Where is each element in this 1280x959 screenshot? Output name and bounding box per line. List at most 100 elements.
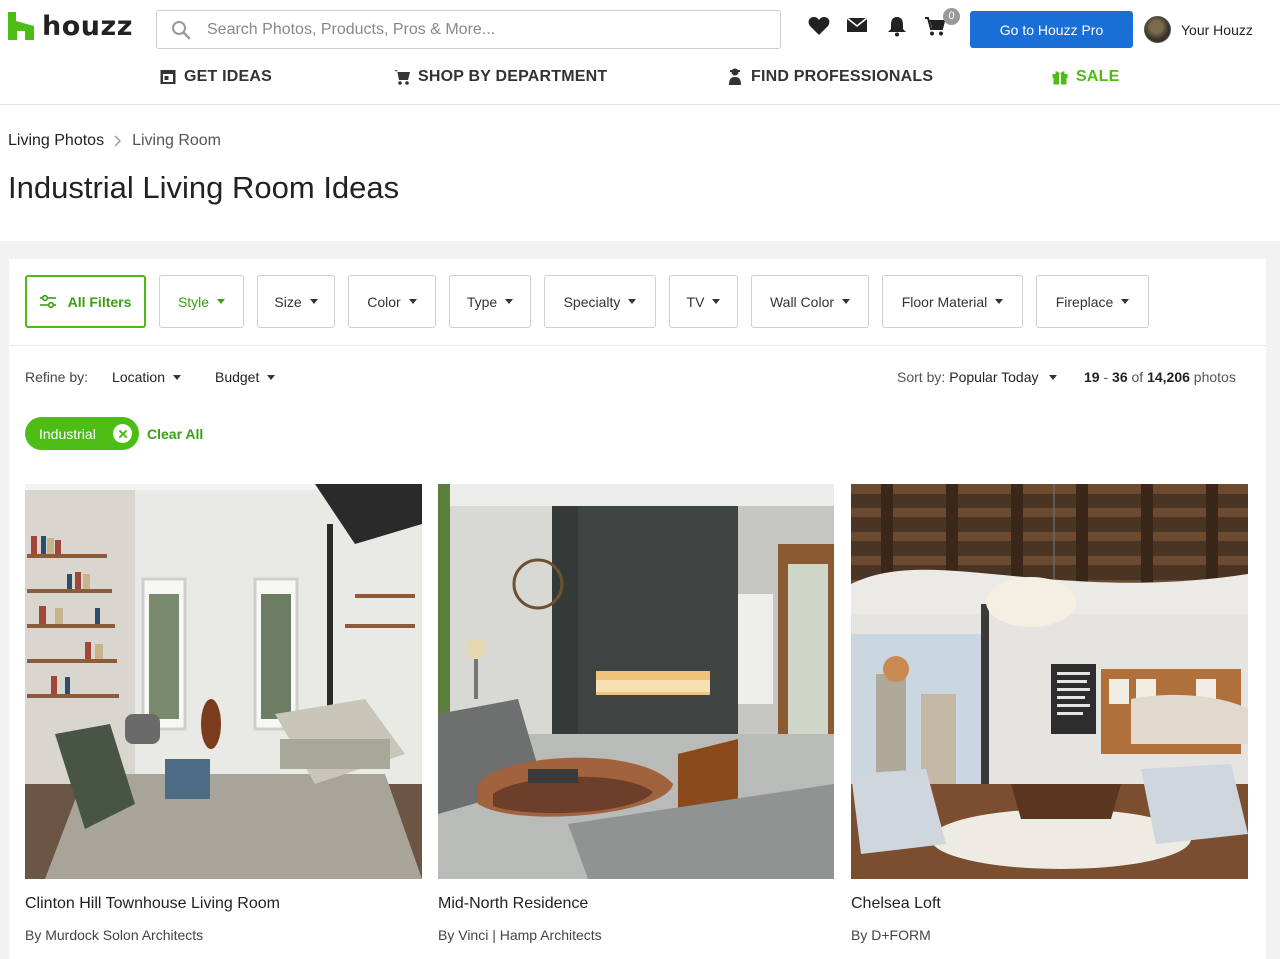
caret-down-icon bbox=[1121, 299, 1130, 304]
card-author[interactable]: By D+FORM bbox=[851, 927, 1248, 943]
houzz-logo-icon bbox=[8, 12, 34, 40]
refine-label: Refine by: bbox=[25, 369, 89, 385]
photo-card[interactable]: Chelsea Loft By D+FORM bbox=[851, 484, 1248, 943]
filter-size-label: Size bbox=[274, 293, 302, 310]
nav-find-professionals[interactable]: FIND PROFESSIONALS bbox=[727, 68, 933, 86]
nav-get-ideas[interactable]: GET IDEAS bbox=[160, 68, 272, 86]
caret-down-icon bbox=[1048, 374, 1057, 380]
filter-type-label: Type bbox=[466, 293, 498, 310]
caret-down-icon bbox=[267, 374, 276, 380]
caret-down-icon bbox=[995, 299, 1004, 304]
filter-bar: All Filters Style Size Color Type Specia… bbox=[9, 259, 1266, 346]
cart-count-badge: 0 bbox=[943, 8, 960, 25]
range-start: 19 bbox=[1084, 369, 1100, 385]
photo-card[interactable]: Clinton Hill Townhouse Living Room By Mu… bbox=[25, 484, 422, 943]
filter-size[interactable]: Size bbox=[257, 275, 335, 328]
breadcrumb-living-photos[interactable]: Living Photos bbox=[8, 132, 104, 150]
all-filters-button[interactable]: All Filters bbox=[25, 275, 146, 328]
heart-icon[interactable] bbox=[808, 16, 830, 38]
active-filter-chip[interactable]: Industrial bbox=[25, 417, 139, 450]
filter-specialty[interactable]: Specialty bbox=[544, 275, 656, 328]
filter-fireplace[interactable]: Fireplace bbox=[1036, 275, 1149, 328]
caret-down-icon bbox=[712, 299, 721, 304]
photo-clinton-hill-living-room[interactable] bbox=[25, 484, 422, 879]
card-author[interactable]: By Murdock Solon Architects bbox=[25, 927, 422, 943]
top-bar: houzz 0 Go to Houzz Pro Your Houzz GET bbox=[0, 0, 1280, 105]
bell-icon[interactable] bbox=[886, 15, 908, 37]
caret-down-icon bbox=[505, 299, 514, 304]
filter-floor-material[interactable]: Floor Material bbox=[882, 275, 1023, 328]
results-panel: All Filters Style Size Color Type Specia… bbox=[9, 259, 1266, 959]
photo-card[interactable]: Mid-North Residence By Vinci | Hamp Arch… bbox=[438, 484, 834, 943]
photo-mid-north-residence[interactable] bbox=[438, 484, 834, 879]
go-to-houzz-pro-button[interactable]: Go to Houzz Pro bbox=[970, 11, 1133, 48]
sort-value: Popular Today bbox=[949, 369, 1039, 385]
nav-get-ideas-label: GET IDEAS bbox=[184, 68, 273, 85]
results-count: 19 - 36 of 14,206 photos bbox=[1084, 369, 1236, 385]
range-end: 36 bbox=[1112, 369, 1128, 385]
filter-tv-label: TV bbox=[686, 293, 705, 310]
shopping-cart-icon bbox=[394, 70, 410, 85]
nav-sale[interactable]: SALE bbox=[1052, 68, 1119, 86]
count-unit: photos bbox=[1193, 369, 1236, 385]
caret-down-icon bbox=[628, 299, 637, 304]
nav-sale-label: SALE bbox=[1076, 68, 1120, 85]
page-title: Industrial Living Room Ideas bbox=[8, 170, 400, 205]
active-filter-label: Industrial bbox=[39, 425, 96, 442]
breadcrumb: Living Photos Living Room bbox=[8, 132, 221, 150]
filter-wall-color[interactable]: Wall Color bbox=[751, 275, 869, 328]
filter-style-label: Style bbox=[177, 293, 210, 310]
caret-down-icon bbox=[309, 299, 318, 304]
remove-filter-icon[interactable] bbox=[113, 424, 132, 443]
search-bar[interactable] bbox=[156, 10, 781, 49]
filter-fireplace-label: Fireplace bbox=[1055, 293, 1114, 310]
caret-down-icon bbox=[217, 299, 226, 304]
main-nav: GET IDEAS SHOP BY DEPARTMENT FIND PROFES… bbox=[0, 68, 1280, 92]
caret-down-icon bbox=[172, 374, 181, 380]
caret-down-icon bbox=[408, 299, 417, 304]
photo-chelsea-loft[interactable] bbox=[851, 484, 1248, 879]
avatar bbox=[1144, 16, 1171, 43]
brand-name: houzz bbox=[42, 10, 133, 42]
nav-find-pros-label: FIND PROFESSIONALS bbox=[751, 68, 934, 85]
card-title[interactable]: Clinton Hill Townhouse Living Room bbox=[25, 895, 422, 913]
sort-dropdown[interactable]: Sort by: Popular Today bbox=[897, 369, 1057, 385]
search-icon bbox=[172, 20, 191, 39]
budget-label: Budget bbox=[214, 369, 260, 385]
filter-tv[interactable]: TV bbox=[669, 275, 738, 328]
filter-color-label: Color bbox=[367, 293, 401, 310]
refine-bar: Refine by: Location Budget bbox=[25, 369, 276, 385]
user-menu[interactable]: Your Houzz bbox=[1144, 16, 1253, 43]
location-dropdown[interactable]: Location bbox=[112, 369, 181, 385]
user-menu-label: Your Houzz bbox=[1181, 21, 1253, 38]
nav-shop-label: SHOP BY DEPARTMENT bbox=[418, 68, 608, 85]
breadcrumb-living-room[interactable]: Living Room bbox=[132, 132, 221, 150]
all-filters-label: All Filters bbox=[67, 293, 132, 310]
filter-floor-material-label: Floor Material bbox=[901, 293, 988, 310]
houzz-logo[interactable]: houzz bbox=[8, 10, 133, 42]
chevron-right-icon bbox=[114, 135, 122, 147]
caret-down-icon bbox=[842, 299, 851, 304]
range-dash: - bbox=[1103, 369, 1109, 385]
clear-all-link[interactable]: Clear All bbox=[147, 426, 203, 442]
budget-dropdown[interactable]: Budget bbox=[214, 369, 276, 385]
filter-color[interactable]: Color bbox=[348, 275, 436, 328]
professional-icon bbox=[729, 68, 741, 85]
total-count: 14,206 bbox=[1147, 369, 1190, 385]
range-of: of bbox=[1131, 369, 1144, 385]
cart-icon[interactable]: 0 bbox=[924, 8, 960, 37]
mail-icon[interactable] bbox=[846, 16, 868, 38]
filter-style[interactable]: Style bbox=[159, 275, 244, 328]
filter-type[interactable]: Type bbox=[449, 275, 531, 328]
sort-label: Sort by: bbox=[897, 369, 946, 385]
photos-icon bbox=[160, 70, 176, 84]
search-input[interactable] bbox=[207, 20, 767, 39]
filter-specialty-label: Specialty bbox=[563, 293, 621, 310]
gift-icon bbox=[1052, 71, 1068, 85]
card-title[interactable]: Chelsea Loft bbox=[851, 895, 1248, 913]
header-icons: 0 bbox=[808, 8, 962, 38]
card-author[interactable]: By Vinci | Hamp Architects bbox=[438, 927, 834, 943]
card-title[interactable]: Mid-North Residence bbox=[438, 895, 834, 913]
sliders-icon bbox=[39, 294, 56, 308]
nav-shop-by-department[interactable]: SHOP BY DEPARTMENT bbox=[394, 68, 607, 86]
